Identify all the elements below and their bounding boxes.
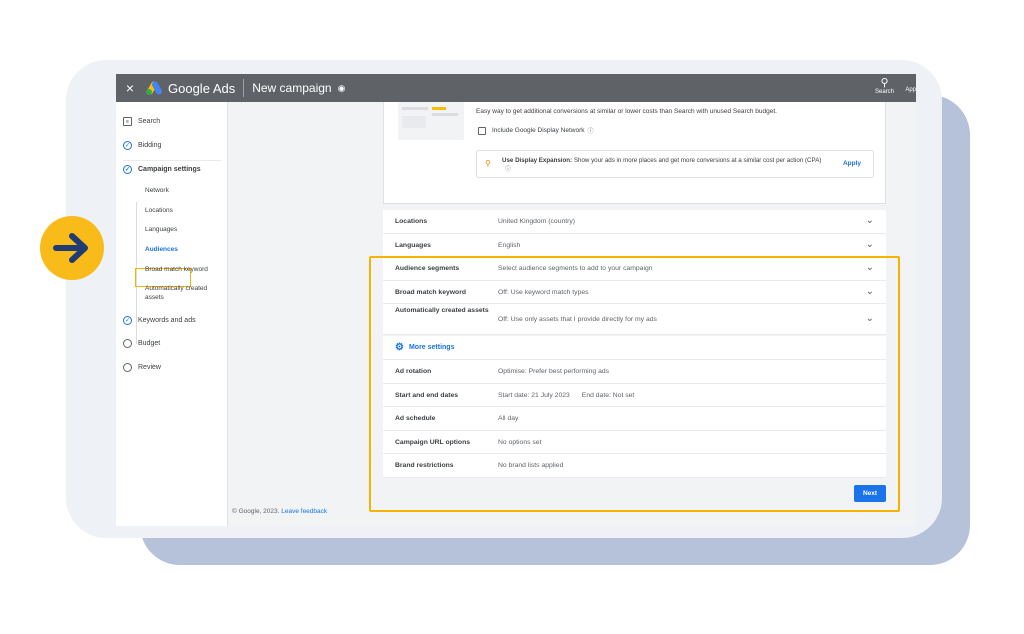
sidebar-item-search[interactable]: ≡ Search xyxy=(123,117,160,126)
search-icon: ⚲ xyxy=(880,77,889,89)
divider xyxy=(123,160,221,161)
sidebar-item-budget[interactable]: Budget xyxy=(123,339,160,348)
circle-icon xyxy=(123,339,132,348)
arrow-right-icon xyxy=(53,233,88,263)
search-label: Search xyxy=(874,89,894,95)
top-bar: × Google Ads New campaign ◉ ⚲ Search App xyxy=(116,74,916,102)
sidebar-item-label: Budget xyxy=(138,340,161,347)
sidebar-subitem-locations[interactable]: Locations xyxy=(145,206,173,215)
brand-name: Google Ads xyxy=(168,80,236,96)
top-search-button[interactable]: ⚲ Search xyxy=(875,76,894,95)
check-circle-icon: ✓ xyxy=(123,316,132,325)
sidebar-subitem-auto-assets[interactable]: Automatically created assets xyxy=(145,284,221,302)
sidebar-item-keywords[interactable]: ✓ Keywords and ads xyxy=(123,316,196,325)
highlight-frame xyxy=(369,256,900,512)
display-network-illustration xyxy=(398,102,464,140)
chevron-down-icon[interactable]: ⌄ xyxy=(866,215,874,226)
expansion-title: Use Display Expansion: xyxy=(502,157,573,164)
sidebar-item-label: Review xyxy=(138,364,161,371)
setting-value: United Kingdom (country) xyxy=(498,218,576,225)
sidebar-item-label: Campaign settings xyxy=(138,166,201,173)
sidebar-item-label: Search xyxy=(138,118,161,125)
help-icon[interactable]: ⓘ xyxy=(588,126,594,135)
footer: © Google, 2023. Leave feedback xyxy=(232,508,327,515)
checkbox-label: Include Google Display Network xyxy=(492,127,585,134)
close-icon[interactable]: × xyxy=(116,80,144,96)
ads-logo-icon xyxy=(145,80,164,96)
setting-row-locations[interactable]: Locations United Kingdom (country) ⌄ xyxy=(383,210,886,234)
display-network-checkbox-row[interactable]: Include Google Display Network ⓘ xyxy=(478,126,594,135)
visibility-icon[interactable]: ◉ xyxy=(338,83,346,94)
help-icon[interactable]: ⓘ xyxy=(505,167,511,173)
expansion-body: Show your ads in more places and get mor… xyxy=(573,157,822,164)
search-icon: ⚲ xyxy=(485,159,491,168)
apply-button[interactable]: Apply xyxy=(843,160,861,167)
network-description: Easy way to get additional conversions a… xyxy=(476,108,777,115)
setting-label: Languages xyxy=(395,241,431,249)
sidebar-subitem-languages[interactable]: Languages xyxy=(145,225,177,234)
setting-row-languages[interactable]: Languages English ⌄ xyxy=(383,233,886,258)
check-circle-icon: ✓ xyxy=(123,165,132,174)
sidebar-item-label: Keywords and ads xyxy=(138,317,196,324)
sidebar-subitem-network[interactable]: Network xyxy=(145,186,169,195)
apps-label[interactable]: App xyxy=(905,87,916,93)
network-panel: Easy way to get additional conversions a… xyxy=(383,102,886,204)
display-expansion-card: ⚲ Use Display Expansion: Show your ads i… xyxy=(476,150,874,178)
chevron-down-icon[interactable]: ⌄ xyxy=(866,239,874,250)
document-icon: ≡ xyxy=(123,117,132,126)
google-ads-logo: Google Ads xyxy=(145,80,236,96)
divider xyxy=(243,79,245,97)
check-circle-icon: ✓ xyxy=(123,141,132,150)
sidebar-item-label: Bidding xyxy=(138,142,162,149)
setting-value: English xyxy=(498,241,521,249)
display-expansion-text: Use Display Expansion: Show your ads in … xyxy=(502,156,832,175)
arrow-badge xyxy=(40,216,104,280)
sidebar-item-review[interactable]: Review xyxy=(123,363,161,372)
sidebar-item-campaign-settings[interactable]: ✓ Campaign settings xyxy=(123,165,201,174)
sidebar-subitem-audiences[interactable]: Audiences xyxy=(145,245,178,254)
page-title: New campaign xyxy=(252,81,332,95)
copyright: © Google, 2023. xyxy=(232,508,280,515)
sidebar: ≡ Search ✓ Bidding ✓ Campaign settings N… xyxy=(116,102,228,526)
sidebar-item-bidding[interactable]: ✓ Bidding xyxy=(123,141,161,150)
setting-label: Locations xyxy=(395,218,428,225)
leave-feedback-link[interactable]: Leave feedback xyxy=(281,508,327,515)
sidebar-subitem-broad-match[interactable]: Broad match keyword xyxy=(145,265,208,274)
display-network-checkbox[interactable] xyxy=(478,126,486,135)
circle-icon xyxy=(123,363,132,372)
